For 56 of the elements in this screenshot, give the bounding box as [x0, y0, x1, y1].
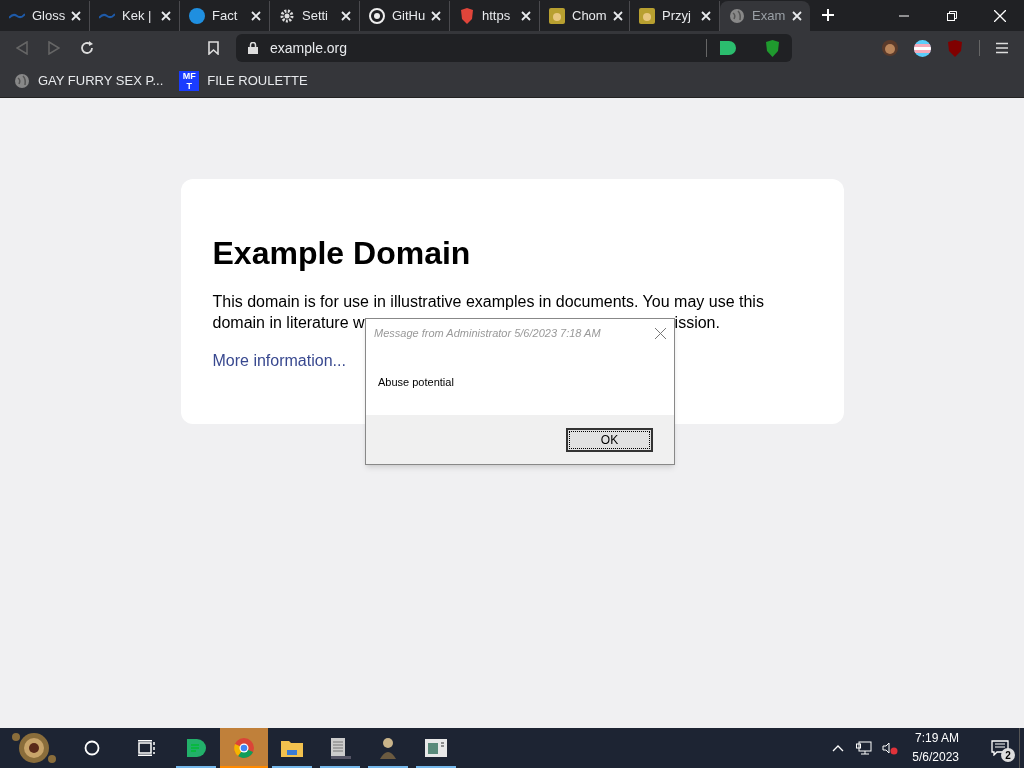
network-icon[interactable]	[856, 741, 873, 755]
folder-icon	[280, 738, 304, 758]
restore-icon[interactable]	[947, 10, 957, 21]
bookmark-icon[interactable]	[208, 41, 219, 55]
shield-icon[interactable]	[765, 39, 780, 57]
chat-icon	[185, 737, 207, 759]
tab-title: Przyj	[662, 7, 691, 26]
dialog-title: Message from Administrator 5/6/2023 7:18 AM	[374, 325, 601, 341]
lock-icon	[248, 42, 258, 54]
url-text: example.org	[270, 38, 348, 58]
notification-button[interactable]: 2	[981, 728, 1019, 768]
browser-icon	[233, 737, 255, 759]
new-tab-icon[interactable]	[822, 9, 834, 21]
bookmark-item[interactable]: MF T FILE ROULETTE	[179, 71, 308, 91]
menu-icon[interactable]	[996, 42, 1008, 54]
dialog-message: Abuse potential	[378, 375, 455, 390]
volume-muted-icon[interactable]	[882, 741, 899, 755]
tab-title: GitHu	[392, 7, 426, 26]
avatar-icon[interactable]	[882, 40, 898, 56]
start-icon[interactable]	[10, 730, 58, 766]
clock-date[interactable]: 5/6/2023	[912, 748, 959, 767]
bookmark-title: GAY FURRY SEX P...	[38, 72, 164, 91]
tab-title: Exam	[752, 7, 786, 26]
tab-title: Gloss	[32, 7, 66, 26]
gear-icon	[279, 8, 295, 24]
browser-tab[interactable]: Exam	[720, 1, 810, 31]
tab-title: Kek |	[122, 7, 152, 26]
window-icon	[424, 738, 448, 758]
paragraph-line: This domain is for use in illustrative examples in documents. You may use this	[212, 292, 765, 312]
globe-icon	[14, 73, 30, 89]
wave-icon	[99, 12, 115, 20]
tab-title: Fact	[212, 7, 238, 26]
circle-icon	[189, 8, 205, 24]
shield-icon	[460, 8, 474, 24]
search-icon[interactable]	[84, 740, 100, 756]
task-view-icon[interactable]	[138, 740, 156, 756]
paragraph-fragment: domain in literature w	[212, 313, 365, 333]
page-heading: Example Domain	[212, 237, 472, 269]
address-bar[interactable]: example.org	[236, 34, 792, 62]
chat-icon[interactable]	[719, 40, 737, 56]
wave-icon	[9, 12, 25, 20]
figure-icon	[377, 737, 399, 759]
document-icon	[328, 737, 352, 759]
chevron-up-icon[interactable]	[832, 744, 845, 752]
paragraph-fragment: ission.	[674, 313, 720, 333]
bookmark-item[interactable]: GAY FURRY SEX P...	[14, 71, 164, 91]
favicon: MF T	[179, 71, 200, 91]
tab-title: Setti	[302, 7, 328, 26]
tab-title: https	[482, 7, 511, 26]
tab-title: Chom	[572, 7, 607, 26]
bookmark-title: FILE ROULETTE	[207, 72, 308, 91]
notification-count: 2	[1001, 748, 1015, 762]
reload-icon[interactable]	[80, 41, 94, 55]
globe-icon	[729, 8, 745, 24]
ok-button[interactable]: OK	[566, 427, 653, 452]
clock-time[interactable]: 7:19 AM	[914, 729, 959, 748]
